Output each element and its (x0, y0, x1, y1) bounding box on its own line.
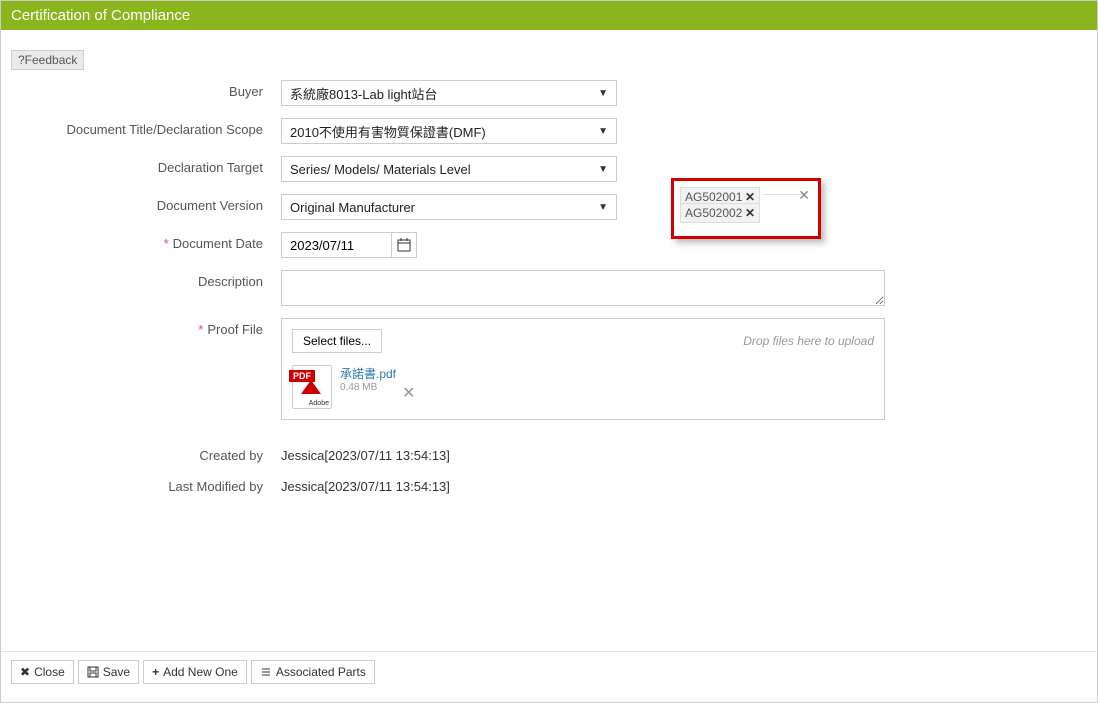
created-by-value: Jessica[2023/07/11 13:54:13] (281, 444, 450, 463)
modified-by-label: Last Modified by (11, 475, 281, 494)
selected-tag-label: AG502002 (685, 206, 742, 220)
created-by-label: Created by (11, 444, 281, 463)
file-name-link[interactable]: 承諾書.pdf (340, 365, 396, 382)
buyer-value: 系統廠8013-Lab light站台 (290, 84, 437, 103)
remove-file-button[interactable]: ✕ (402, 383, 415, 403)
selected-tag-label: AG502001 (685, 190, 742, 204)
target-value: Series/ Models/ Materials Level (290, 162, 471, 177)
popup-close-button[interactable]: ✕ (798, 187, 810, 204)
plus-icon: + (152, 665, 159, 679)
date-input[interactable] (281, 232, 391, 258)
close-button[interactable]: ✖ Close (11, 660, 74, 684)
modified-by-value: Jessica[2023/07/11 13:54:13] (281, 475, 450, 494)
save-button[interactable]: Save (78, 660, 139, 684)
buyer-label: Buyer (11, 80, 281, 99)
page-title: Certification of Compliance (1, 1, 1097, 30)
version-select[interactable]: Original Manufacturer ▼ (281, 194, 617, 220)
description-textarea[interactable] (281, 270, 885, 306)
select-files-button[interactable]: Select files... (292, 329, 382, 353)
chevron-down-icon: ▼ (598, 202, 608, 213)
date-label: *Document Date (11, 232, 281, 251)
scope-select[interactable]: 2010不使用有害物質保證書(DMF) ▼ (281, 118, 617, 144)
add-new-one-button[interactable]: + Add New One (143, 660, 247, 684)
chevron-down-icon: ▼ (598, 126, 608, 137)
calendar-button[interactable] (391, 232, 417, 258)
pdf-icon: Adobe (292, 365, 332, 409)
uploaded-file: Adobe 承諾書.pdf 0.48 MB ✕ (292, 365, 874, 409)
proof-label: *Proof File (11, 318, 281, 337)
desc-label: Description (11, 270, 281, 289)
feedback-button[interactable]: ?Feedback (11, 50, 84, 70)
buyer-select[interactable]: 系統廠8013-Lab light站台 ▼ (281, 80, 617, 106)
target-label: Declaration Target (11, 156, 281, 175)
version-label: Document Version (11, 194, 281, 213)
calendar-icon (397, 238, 411, 252)
file-size-text: 0.48 MB (340, 382, 396, 393)
divider (1, 651, 1097, 652)
associated-parts-button[interactable]: Associated Parts (251, 660, 375, 684)
version-value: Original Manufacturer (290, 200, 415, 215)
list-icon (260, 666, 272, 678)
remove-tag-button[interactable]: ✕ (745, 190, 755, 204)
close-icon: ✖ (20, 665, 30, 679)
selected-items-popup: ✕ AG502001 ✕ AG502002 ✕ (671, 178, 821, 239)
target-select[interactable]: Series/ Models/ Materials Level ▼ (281, 156, 617, 182)
scope-label: Document Title/Declaration Scope (11, 118, 281, 137)
remove-tag-button[interactable]: ✕ (745, 206, 755, 220)
save-icon (87, 666, 99, 678)
chevron-down-icon: ▼ (598, 88, 608, 99)
scope-value: 2010不使用有害物質保證書(DMF) (290, 122, 486, 141)
chevron-down-icon: ▼ (598, 164, 608, 175)
drop-hint-text: Drop files here to upload (743, 334, 874, 348)
proof-file-dropzone[interactable]: Select files... Drop files here to uploa… (281, 318, 885, 420)
selected-tag: AG502002 ✕ (680, 203, 760, 223)
